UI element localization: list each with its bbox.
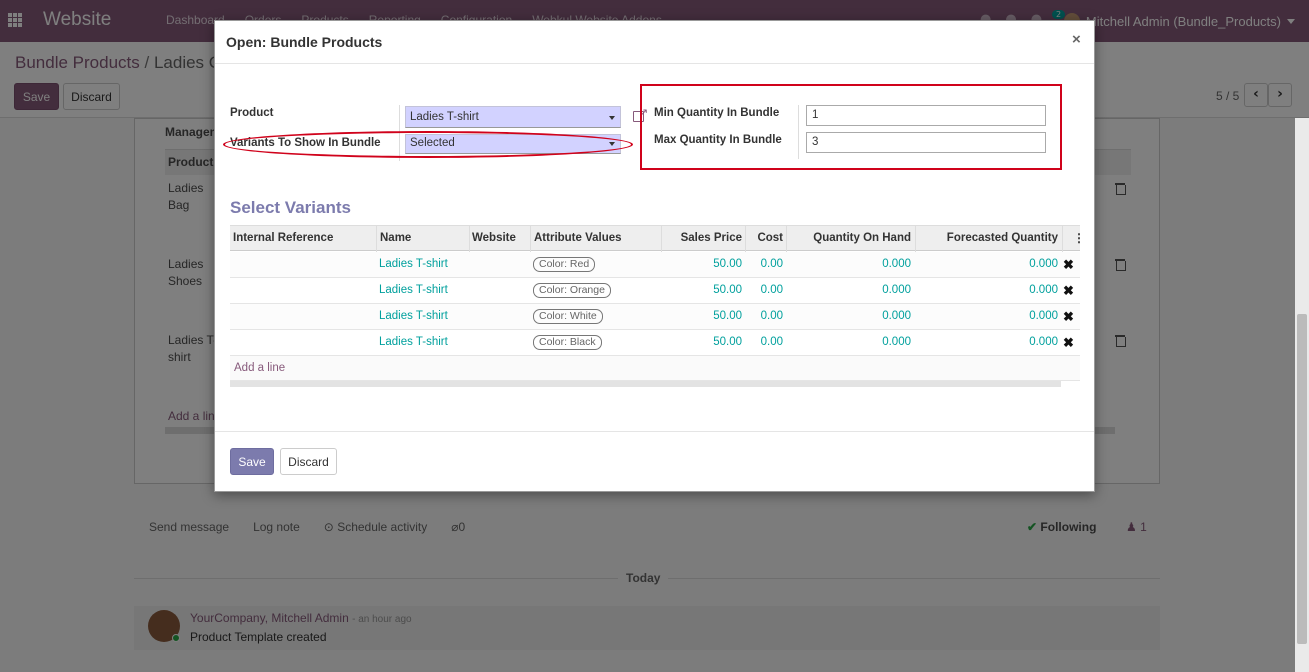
cell-quantity-on-hand: 0.000 xyxy=(882,336,911,348)
column-name[interactable]: Name xyxy=(380,232,411,244)
cell-sales-price: 50.00 xyxy=(713,258,742,270)
cell-quantity-on-hand: 0.000 xyxy=(882,284,911,296)
product-label: Product xyxy=(230,107,274,119)
column-divider xyxy=(1062,226,1063,252)
cell-name[interactable]: Ladies T-shirt xyxy=(379,284,448,296)
attribute-tag: Color: Orange xyxy=(533,283,611,298)
cell-forecasted-quantity: 0.000 xyxy=(1029,284,1058,296)
column-website[interactable]: Website xyxy=(472,232,516,244)
column-divider xyxy=(530,226,531,252)
attribute-tag: Color: Black xyxy=(533,335,602,350)
column-cost[interactable]: Cost xyxy=(746,232,783,244)
cell-forecasted-quantity: 0.000 xyxy=(1029,310,1058,322)
delete-row-icon[interactable]: ✖ xyxy=(1063,283,1074,299)
column-options-icon[interactable]: ⋮ xyxy=(1073,231,1085,245)
highlight-rectangle xyxy=(640,84,1062,170)
highlight-ellipse xyxy=(223,131,633,158)
chevron-down-icon xyxy=(609,116,615,120)
product-select-value: Ladies T-shirt xyxy=(410,111,479,123)
product-select[interactable]: Ladies T-shirt xyxy=(405,106,621,128)
page-scrollbar[interactable] xyxy=(1295,118,1309,672)
table-row[interactable]: Ladies T-shirt Color: Orange 50.00 0.00 … xyxy=(230,278,1080,304)
column-quantity-on-hand[interactable]: Quantity On Hand xyxy=(787,232,911,244)
cell-sales-price: 50.00 xyxy=(713,284,742,296)
bundle-products-dialog: Open: Bundle Products × Product Ladies T… xyxy=(214,20,1095,492)
add-line-link[interactable]: Add a line xyxy=(234,362,285,374)
delete-row-icon[interactable]: ✖ xyxy=(1063,257,1074,273)
cell-name[interactable]: Ladies T-shirt xyxy=(379,336,448,348)
table-row[interactable]: Ladies T-shirt Color: Black 50.00 0.00 0… xyxy=(230,330,1080,356)
section-title: Select Variants xyxy=(230,198,351,217)
scrollbar-thumb[interactable] xyxy=(1297,314,1307,644)
column-divider xyxy=(376,226,377,252)
delete-row-icon[interactable]: ✖ xyxy=(1063,335,1074,351)
save-button[interactable]: Save xyxy=(230,448,274,475)
cell-quantity-on-hand: 0.000 xyxy=(882,258,911,270)
cell-sales-price: 50.00 xyxy=(713,336,742,348)
cell-quantity-on-hand: 0.000 xyxy=(882,310,911,322)
table-row[interactable]: Ladies T-shirt Color: White 50.00 0.00 0… xyxy=(230,304,1080,330)
cell-forecasted-quantity: 0.000 xyxy=(1029,258,1058,270)
attribute-tag: Color: White xyxy=(533,309,603,324)
discard-button[interactable]: Discard xyxy=(280,448,337,475)
column-internal-reference[interactable]: Internal Reference xyxy=(233,232,333,244)
table-row[interactable]: Ladies T-shirt Color: Red 50.00 0.00 0.0… xyxy=(230,252,1080,278)
cell-cost: 0.00 xyxy=(760,310,783,322)
cell-sales-price: 50.00 xyxy=(713,310,742,322)
table-horizontal-scrollbar[interactable] xyxy=(230,381,1061,387)
column-divider xyxy=(469,226,470,252)
modal-footer: Save Discard xyxy=(215,431,1094,491)
close-icon[interactable]: × xyxy=(1072,31,1081,48)
cell-cost: 0.00 xyxy=(760,336,783,348)
cell-cost: 0.00 xyxy=(760,284,783,296)
modal-header: Open: Bundle Products × xyxy=(215,21,1094,64)
column-sales-price[interactable]: Sales Price xyxy=(662,232,742,244)
add-line-row: Add a line xyxy=(230,356,1080,381)
attribute-tag: Color: Red xyxy=(533,257,596,272)
cell-cost: 0.00 xyxy=(760,258,783,270)
table-header: Internal Reference Name Website Attribut… xyxy=(230,225,1085,252)
cell-name[interactable]: Ladies T-shirt xyxy=(379,258,448,270)
column-attribute-values[interactable]: Attribute Values xyxy=(534,232,622,244)
delete-row-icon[interactable]: ✖ xyxy=(1063,309,1074,325)
modal-title: Open: Bundle Products xyxy=(226,34,383,50)
column-forecasted-quantity[interactable]: Forecasted Quantity xyxy=(916,232,1058,244)
cell-name[interactable]: Ladies T-shirt xyxy=(379,310,448,322)
cell-forecasted-quantity: 0.000 xyxy=(1029,336,1058,348)
